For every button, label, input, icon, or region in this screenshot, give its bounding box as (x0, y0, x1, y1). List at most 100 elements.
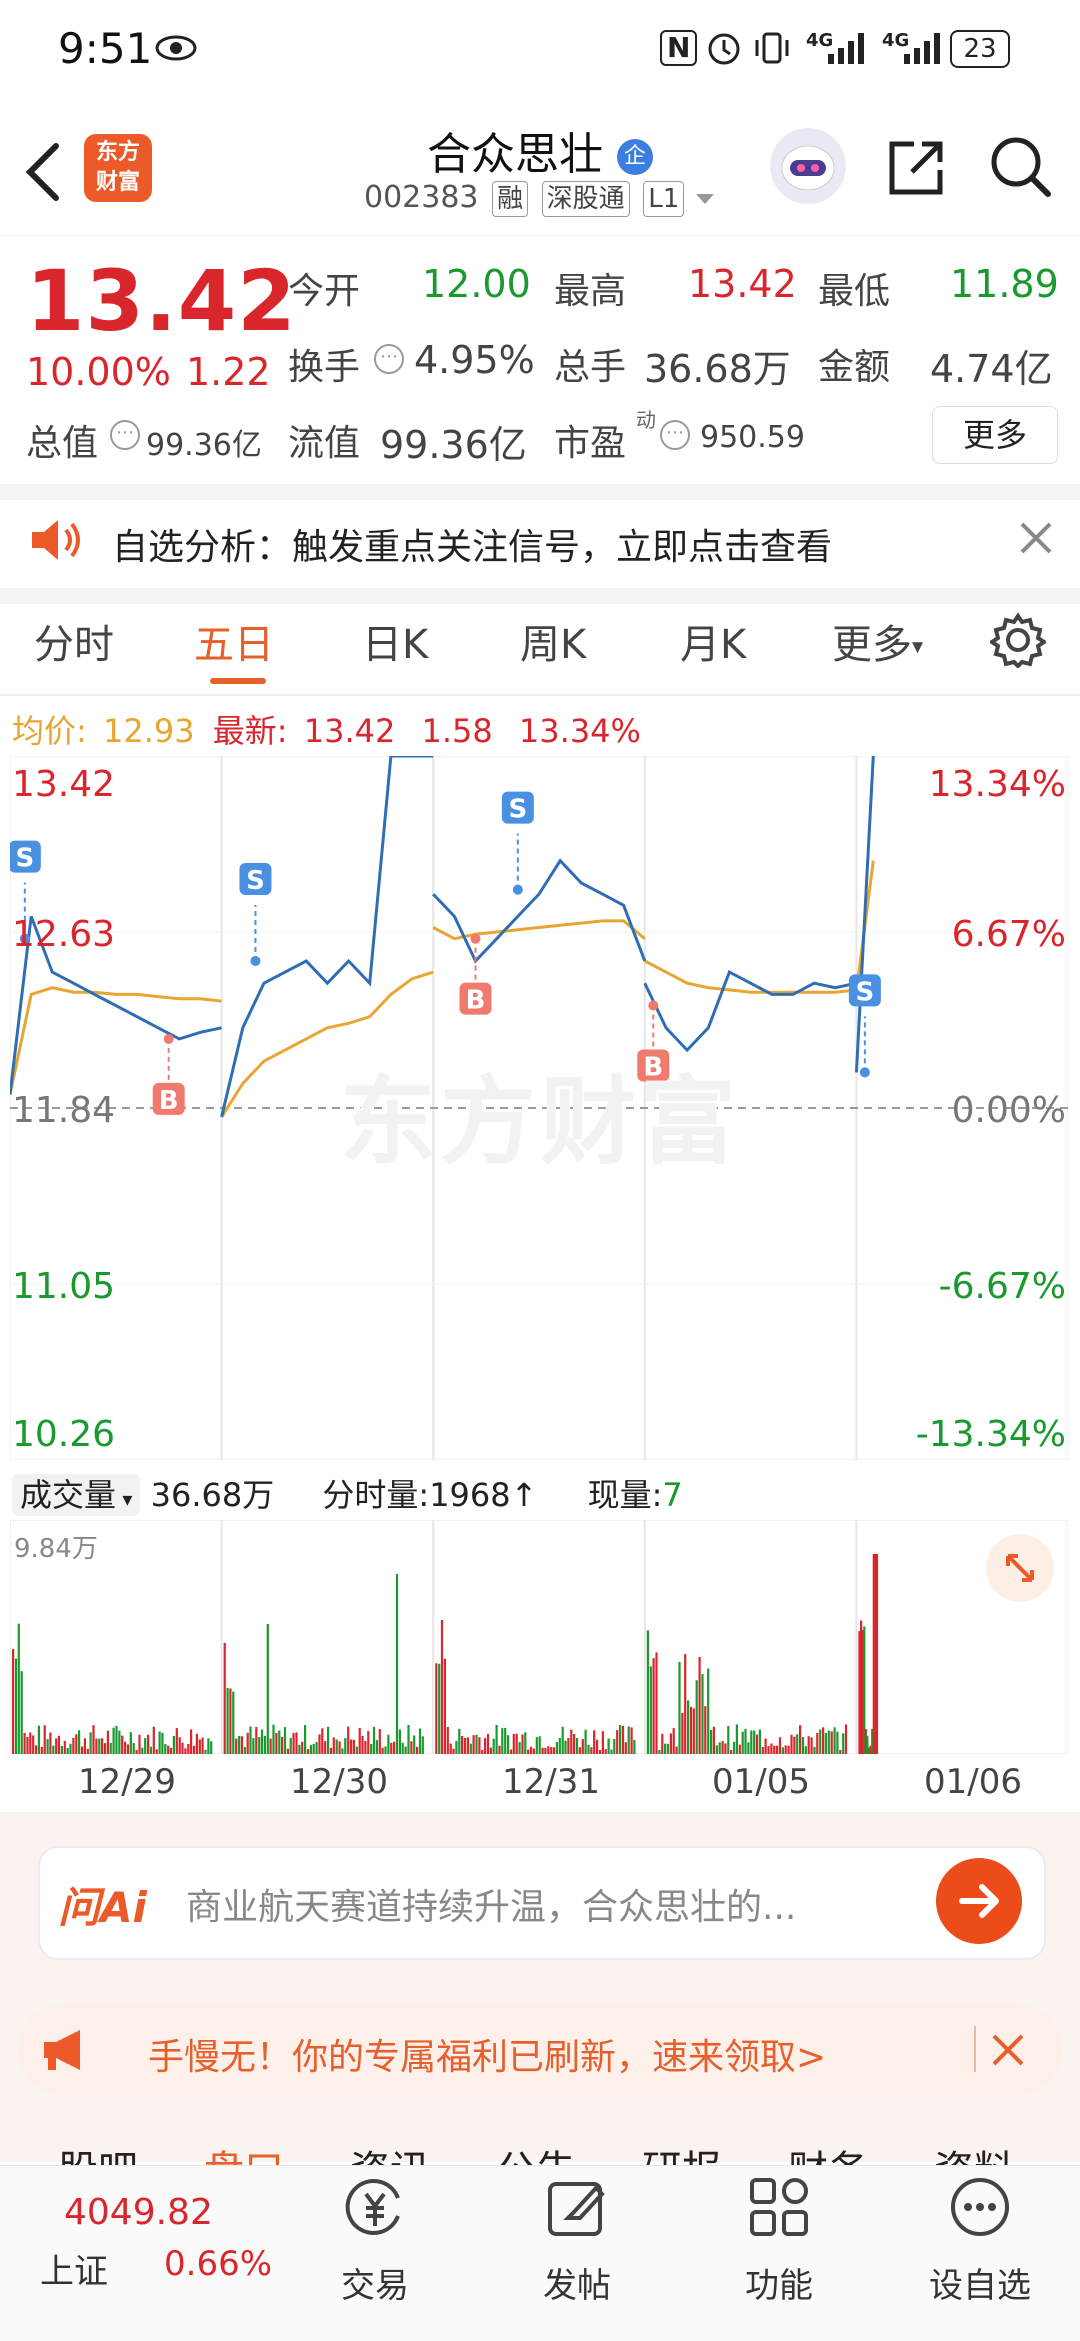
volume-bar (249, 1726, 252, 1754)
index-name[interactable]: 上证 (40, 2244, 108, 2293)
y-tick-left: 13.42 (12, 764, 116, 805)
volume-bar (390, 1742, 393, 1754)
volume-bar (455, 1741, 458, 1754)
battery-icon: 23 (950, 30, 1010, 68)
volume-value: 36.68万 (644, 347, 791, 391)
volume-bar (793, 1736, 796, 1754)
sub-tab-reports[interactable]: 研报 (642, 2138, 722, 2166)
volume-bar (126, 1744, 130, 1754)
volume-bar (495, 1725, 498, 1754)
tab-monthly-k[interactable]: 月K (680, 612, 746, 670)
volume-bar (83, 1738, 86, 1754)
volume-bar (469, 1743, 472, 1754)
tab-weekly-k[interactable]: 周K (520, 612, 586, 670)
price-line (643, 969, 857, 1053)
volume-bar (289, 1737, 292, 1754)
volume-bar (440, 1620, 444, 1754)
search-icon[interactable] (988, 134, 1054, 200)
section-divider (0, 588, 1080, 604)
tab-more-label: 更多 (832, 622, 912, 668)
ai-robot-avatar[interactable] (770, 128, 846, 204)
ai-submit-button[interactable] (936, 1858, 1022, 1944)
info-icon[interactable]: ⋯ (110, 420, 140, 450)
tag-level: L1 (643, 181, 685, 217)
volume-bar (232, 1691, 235, 1754)
volume-bar (141, 1747, 144, 1754)
volume-bar (129, 1732, 132, 1754)
sub-tab-finance[interactable]: 财务 (788, 2138, 868, 2166)
volume-bar (80, 1746, 84, 1754)
volume-bar (161, 1732, 164, 1754)
volume-bar (352, 1739, 355, 1754)
sub-tab-guba[interactable]: 股吧 (58, 2138, 138, 2166)
x-tick: 12/30 (290, 1762, 388, 1802)
more-button[interactable]: 更多 (932, 406, 1058, 464)
volume-bar (155, 1749, 158, 1754)
volume-bar (283, 1727, 287, 1754)
info-icon[interactable]: ⋯ (660, 420, 690, 450)
promo-text[interactable]: 手慢无！你的专属福利已刷新，速来领取> (148, 2028, 826, 2080)
volume-bar (875, 1554, 879, 1754)
volume-bar (112, 1727, 115, 1754)
volume-bar (813, 1746, 816, 1754)
caret-down-icon: ▾ (912, 634, 924, 660)
x-tick: 01/06 (924, 1762, 1022, 1802)
signal-badge-label: S (855, 977, 874, 1007)
avg-label: 均价: (12, 712, 87, 750)
volume-bar (246, 1732, 249, 1754)
volume-bar (144, 1738, 147, 1754)
high-value: 13.42 (688, 262, 797, 306)
volume-bar (435, 1663, 438, 1754)
volume-bar (309, 1745, 312, 1754)
volume-bar (555, 1741, 558, 1754)
sub-tab-pankou[interactable]: 盘口 (204, 2138, 284, 2166)
nav-post[interactable]: 发帖 (522, 2174, 632, 2314)
nav-post-label: 发帖 (543, 2266, 611, 2306)
volume-chart-border (10, 1520, 1068, 1754)
sub-tab-news[interactable]: 资讯 (350, 2138, 430, 2166)
index-value[interactable]: 4049.82 (64, 2192, 213, 2233)
volume-bar (195, 1733, 198, 1754)
close-icon[interactable] (990, 2032, 1026, 2068)
nav-add-watchlist[interactable]: 设自选 (920, 2174, 1040, 2314)
active-tab-indicator (210, 678, 266, 684)
volume-bar (89, 1732, 92, 1754)
avg-value: 12.93 (102, 712, 195, 750)
settings-gear-icon[interactable] (990, 612, 1046, 668)
signal-badge-label: B (159, 1086, 179, 1116)
ai-query-text[interactable]: 商业航天赛道持续升温，合众思壮的... (186, 1878, 906, 1930)
more-dots-icon (951, 2178, 1009, 2236)
total-cap-value: 99.36亿 (146, 428, 262, 463)
volume-bar (347, 1726, 350, 1754)
tag-shenzhen-connect: 深股通 (541, 181, 630, 217)
sub-tab-profile[interactable]: 资料 (934, 2138, 1014, 2166)
nav-trade[interactable]: 交易 (320, 2174, 430, 2314)
tab-daily-k[interactable]: 日K (362, 612, 428, 670)
tab-five-day[interactable]: 五日 (194, 612, 274, 670)
volume-bar (801, 1737, 805, 1754)
volume-chart[interactable] (10, 1520, 1068, 1754)
close-icon[interactable] (1018, 520, 1054, 556)
expand-button[interactable] (986, 1534, 1054, 1602)
low-label: 最低 (818, 271, 891, 312)
tab-more[interactable]: 更多▾ (832, 612, 923, 670)
grid-apps-icon (750, 2178, 808, 2236)
tab-intraday[interactable]: 分时 (34, 612, 114, 670)
index-percent[interactable]: 0.66% (164, 2244, 272, 2284)
share-icon[interactable] (884, 136, 948, 200)
notice-text[interactable]: 自选分析：触发重点关注信号，立即点击查看 (112, 518, 832, 570)
volume-bar (149, 1746, 152, 1754)
nav-functions[interactable]: 功能 (724, 2174, 834, 2314)
info-icon[interactable]: ⋯ (374, 344, 404, 374)
chevron-down-icon[interactable] (694, 191, 716, 207)
volume-bar (350, 1739, 353, 1754)
volume-bar (581, 1739, 584, 1754)
volume-dropdown[interactable]: 成交量 ▾ (12, 1474, 141, 1516)
sub-tab-announcements[interactable]: 公告 (496, 2138, 576, 2166)
volume-bar (733, 1741, 736, 1754)
volume-bar (675, 1746, 678, 1754)
volume-bar (810, 1737, 813, 1754)
latest-percent: 13.34% (518, 712, 641, 750)
volume-bar (658, 1749, 661, 1754)
eye-icon (155, 35, 197, 61)
